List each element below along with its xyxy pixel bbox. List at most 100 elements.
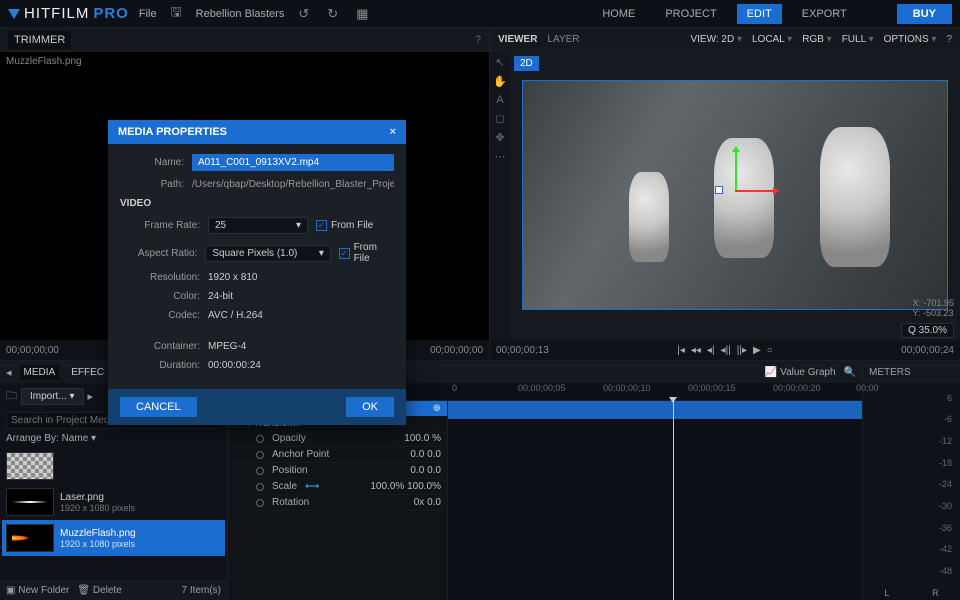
prop-anchor[interactable]: Anchor Point0.0 0.0 <box>228 447 447 463</box>
time-ruler[interactable]: 0 00;00;00;05 00;00;00;10 00;00;00;15 00… <box>448 383 862 401</box>
undo-icon[interactable]: ↺ <box>294 4 313 24</box>
aspect-label: Aspect Ratio: <box>130 248 197 259</box>
nav-left-icon[interactable]: ◂ <box>6 366 12 379</box>
media-item[interactable] <box>2 448 225 484</box>
framerate-label: Frame Rate: <box>130 220 200 231</box>
select-tool-icon[interactable]: ↖ <box>495 56 504 69</box>
y-axis-icon[interactable] <box>735 150 737 190</box>
layer-tab[interactable]: LAYER <box>547 34 579 45</box>
channel-mode[interactable]: RGB <box>802 34 831 45</box>
play-back-icon[interactable]: ◂|| <box>721 345 731 356</box>
media-item[interactable]: Laser.png1920 x 1080 pixels <box>2 484 225 520</box>
help-icon[interactable]: ? <box>475 34 481 46</box>
arrange-by[interactable]: Arrange By: Name ▾ <box>0 431 227 446</box>
save-icon[interactable]: 🖫 <box>167 1 186 27</box>
play-fwd-icon[interactable]: ||▸ <box>737 345 747 356</box>
viewer-2d-tab[interactable]: 2D <box>514 56 539 71</box>
viewer-footer: 00;00;00;13 |◂ ◂◂ ◂| ◂|| ||▸ ▶ ○ 00;00;0… <box>490 340 960 360</box>
prop-opacity[interactable]: Opacity100.0 % <box>228 431 447 447</box>
media-dim: 1920 x 1080 pixels <box>60 539 136 549</box>
tab-edit[interactable]: EDIT <box>737 4 782 24</box>
aspect-select[interactable]: Square Pixels (1.0)▾ <box>205 245 331 262</box>
media-item[interactable]: MuzzleFlash.png1920 x 1080 pixels <box>2 520 225 556</box>
tab-export[interactable]: EXPORT <box>792 4 857 24</box>
viewer-canvas[interactable]: 2D X: -701.95 Y: -503.23 Q 35.0% <box>510 52 960 340</box>
delete-button[interactable]: 🗑 Delete <box>77 585 121 596</box>
edit-tool-icon[interactable]: ⋯ <box>495 150 506 163</box>
quality-mode[interactable]: FULL <box>842 34 874 45</box>
close-icon[interactable]: × <box>390 126 396 138</box>
prop-scale[interactable]: Scale⟷100.0% 100.0% <box>228 479 447 495</box>
space-mode[interactable]: LOCAL <box>752 34 792 45</box>
grid-icon[interactable]: ▦ <box>352 4 372 24</box>
from-file-checkbox[interactable]: ✓From File <box>316 220 373 231</box>
thumbnail <box>6 488 54 516</box>
options-menu[interactable]: OPTIONS <box>884 34 937 45</box>
trimmer-tc-right: 00;00;00;00 <box>430 345 483 356</box>
new-folder-button[interactable]: ▣ New Folder <box>6 585 69 596</box>
viewer-tab[interactable]: VIEWER <box>498 34 537 45</box>
import-button[interactable]: Import... ▾ <box>21 388 84 405</box>
keyframe-icon[interactable] <box>256 435 264 443</box>
coord-y: -503.23 <box>923 308 954 318</box>
keyframe-icon[interactable] <box>256 451 264 459</box>
redo-icon[interactable]: ↻ <box>323 4 342 24</box>
add-icon[interactable]: ⊕ <box>433 403 441 414</box>
dialog-title: MEDIA PROPERTIES <box>118 126 227 138</box>
from-file-checkbox[interactable]: ✓From File <box>339 242 394 264</box>
media-dim: 1920 x 1080 pixels <box>60 503 135 513</box>
keyframe-icon[interactable] <box>256 467 264 475</box>
coord-y-label: Y: <box>912 308 920 318</box>
thumbnail <box>6 452 54 480</box>
meters-title: METERS <box>863 361 960 383</box>
media-tab[interactable]: MEDIA <box>20 365 60 380</box>
resolution-label: Resolution: <box>130 272 200 283</box>
name-label: Name: <box>120 157 184 168</box>
codec-value: AVC / H.264 <box>208 310 263 321</box>
step-back-icon[interactable]: ◂| <box>707 345 715 356</box>
thumbnail <box>6 524 54 552</box>
effects-tab[interactable]: EFFEC <box>67 365 108 380</box>
transport: |◂ ◂◂ ◂| ◂|| ||▸ ▶ ○ <box>677 345 772 356</box>
viewer-tc-left: 00;00;00;13 <box>496 345 549 356</box>
value-graph-button[interactable]: 📈 Value Graph <box>765 367 836 378</box>
viewer-zoom[interactable]: Q 35.0% <box>901 323 954 338</box>
name-field[interactable] <box>192 154 394 171</box>
text-tool-icon[interactable]: A <box>496 94 503 106</box>
move-tool-icon[interactable]: ✥ <box>495 131 504 144</box>
more-icon[interactable]: ▸ <box>88 390 94 403</box>
search-icon[interactable]: 🔍 <box>844 367 856 378</box>
view-mode[interactable]: VIEW: 2D <box>690 34 742 45</box>
help-icon[interactable]: ? <box>946 34 952 45</box>
file-menu[interactable]: File <box>139 8 157 20</box>
timeline-tracks[interactable] <box>448 401 862 600</box>
color-label: Color: <box>130 291 200 302</box>
goto-start-icon[interactable]: |◂ <box>677 345 685 356</box>
prop-rotation[interactable]: Rotation0x 0.0 <box>228 495 447 511</box>
buy-button[interactable]: BUY <box>897 4 952 24</box>
folder-icon: 🗀 <box>6 387 17 406</box>
keyframe-icon[interactable] <box>256 483 264 491</box>
app-logo: HITFILM PRO <box>8 5 129 22</box>
cancel-button[interactable]: CANCEL <box>120 397 197 417</box>
mask-tool-icon[interactable]: ◻ <box>495 112 504 125</box>
tab-project[interactable]: PROJECT <box>655 4 726 24</box>
prev-frame-icon[interactable]: ◂◂ <box>691 345 701 356</box>
x-axis-icon[interactable] <box>735 190 775 192</box>
tab-home[interactable]: HOME <box>592 4 645 24</box>
trimmer-clip-name: MuzzleFlash.png <box>6 56 82 67</box>
playhead[interactable] <box>673 401 674 600</box>
prop-position[interactable]: Position0.0 0.0 <box>228 463 447 479</box>
container-value: MPEG-4 <box>208 341 246 352</box>
z-handle-icon[interactable] <box>715 186 723 194</box>
keyframe-icon[interactable] <box>256 499 264 507</box>
media-properties-dialog: MEDIA PROPERTIES × Name: Path: /Users/qb… <box>108 120 406 425</box>
framerate-select[interactable]: 25▾ <box>208 217 308 234</box>
loop-icon[interactable]: ○ <box>767 345 773 356</box>
ok-button[interactable]: OK <box>346 397 394 417</box>
media-name: MuzzleFlash.png <box>60 528 136 539</box>
video-section: VIDEO <box>120 198 394 209</box>
hand-tool-icon[interactable]: ✋ <box>493 75 507 88</box>
trimmer-tab[interactable]: TRIMMER <box>8 31 71 49</box>
play-icon[interactable]: ▶ <box>753 345 761 356</box>
